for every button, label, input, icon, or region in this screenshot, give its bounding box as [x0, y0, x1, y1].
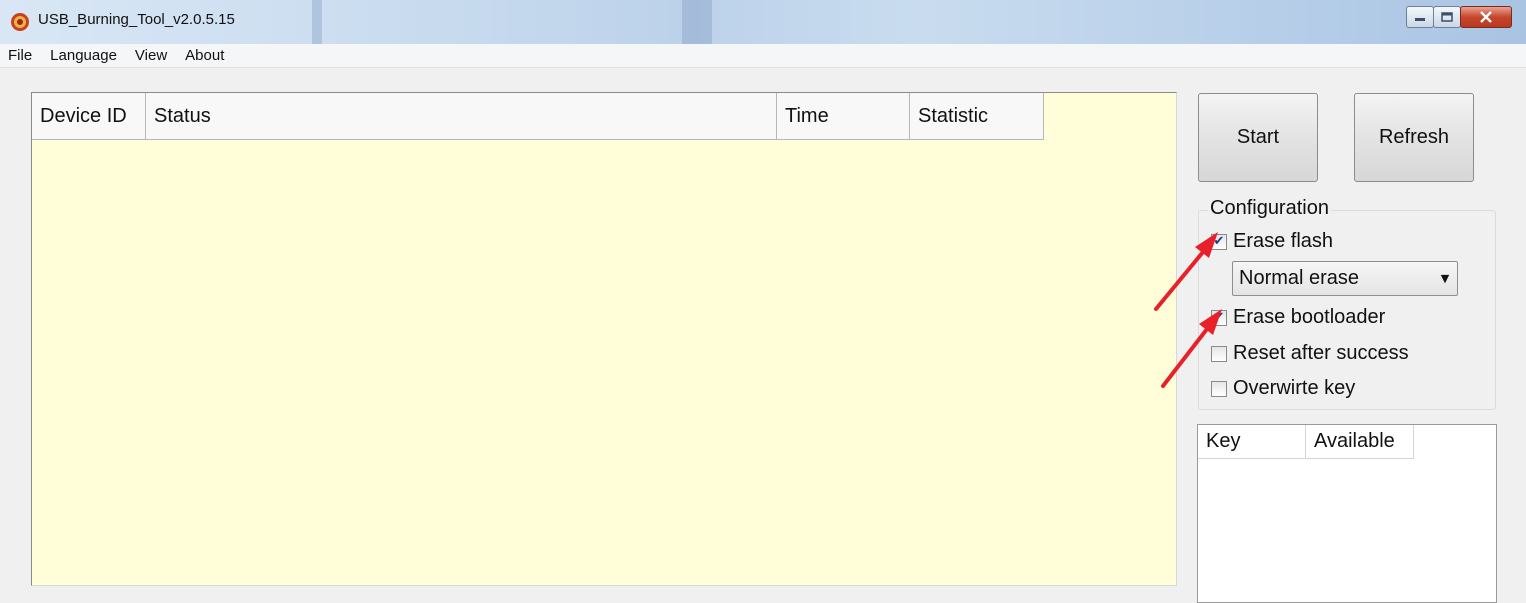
close-icon[interactable]: [1460, 6, 1512, 28]
start-button[interactable]: Start: [1198, 93, 1318, 182]
erase-flash-label: Erase flash: [1233, 230, 1334, 252]
minimize-icon[interactable]: [1406, 6, 1434, 28]
reset-after-success-label: Reset after success: [1233, 342, 1409, 364]
column-key[interactable]: Key: [1198, 425, 1306, 459]
overwrite-key-option[interactable]: Overwirte key: [1211, 377, 1355, 400]
window-controls: [1406, 6, 1512, 30]
menu-about[interactable]: About: [176, 47, 233, 64]
chevron-down-icon[interactable]: ▼: [1433, 272, 1457, 285]
reset-after-success-option[interactable]: Reset after success: [1211, 342, 1409, 365]
menu-view[interactable]: View: [126, 47, 176, 64]
title-bar-reflection: [312, 0, 322, 44]
title-bar[interactable]: USB_Burning_Tool_v2.0.5.15: [0, 0, 1526, 44]
menu-bar: File Language View About: [0, 44, 1526, 68]
column-status[interactable]: Status: [146, 93, 777, 140]
erase-bootloader-option[interactable]: ✔ Erase bootloader: [1211, 306, 1385, 329]
column-available[interactable]: Available: [1306, 425, 1414, 459]
erase-mode-select[interactable]: Normal erase ▼: [1232, 261, 1458, 296]
title-bar-reflection: [682, 0, 712, 44]
device-list[interactable]: Device ID Status Time Statistic: [31, 92, 1177, 586]
key-list[interactable]: Key Available: [1197, 424, 1497, 603]
overwrite-key-checkbox[interactable]: [1211, 380, 1227, 397]
refresh-button[interactable]: Refresh: [1354, 93, 1474, 182]
menu-language[interactable]: Language: [41, 47, 126, 64]
amlogic-burn-icon: [11, 13, 29, 31]
window-title: USB_Burning_Tool_v2.0.5.15: [38, 11, 235, 28]
erase-flash-option[interactable]: ✔ Erase flash: [1211, 230, 1333, 253]
menu-file[interactable]: File: [0, 47, 41, 64]
erase-bootloader-checkbox[interactable]: ✔: [1211, 309, 1227, 326]
maximize-icon[interactable]: [1433, 6, 1461, 28]
column-statistic[interactable]: Statistic: [910, 93, 1044, 140]
configuration-title: Configuration: [1208, 197, 1331, 220]
device-list-header: Device ID Status Time Statistic: [32, 93, 1044, 140]
erase-bootloader-label: Erase bootloader: [1233, 306, 1386, 328]
erase-mode-value: Normal erase: [1239, 267, 1360, 289]
reset-after-success-checkbox[interactable]: [1211, 345, 1227, 362]
erase-flash-checkbox[interactable]: ✔: [1211, 233, 1227, 250]
key-list-header: Key Available: [1198, 425, 1496, 459]
column-time[interactable]: Time: [777, 93, 910, 140]
column-device-id[interactable]: Device ID: [32, 93, 146, 140]
overwrite-key-label: Overwirte key: [1233, 377, 1356, 399]
